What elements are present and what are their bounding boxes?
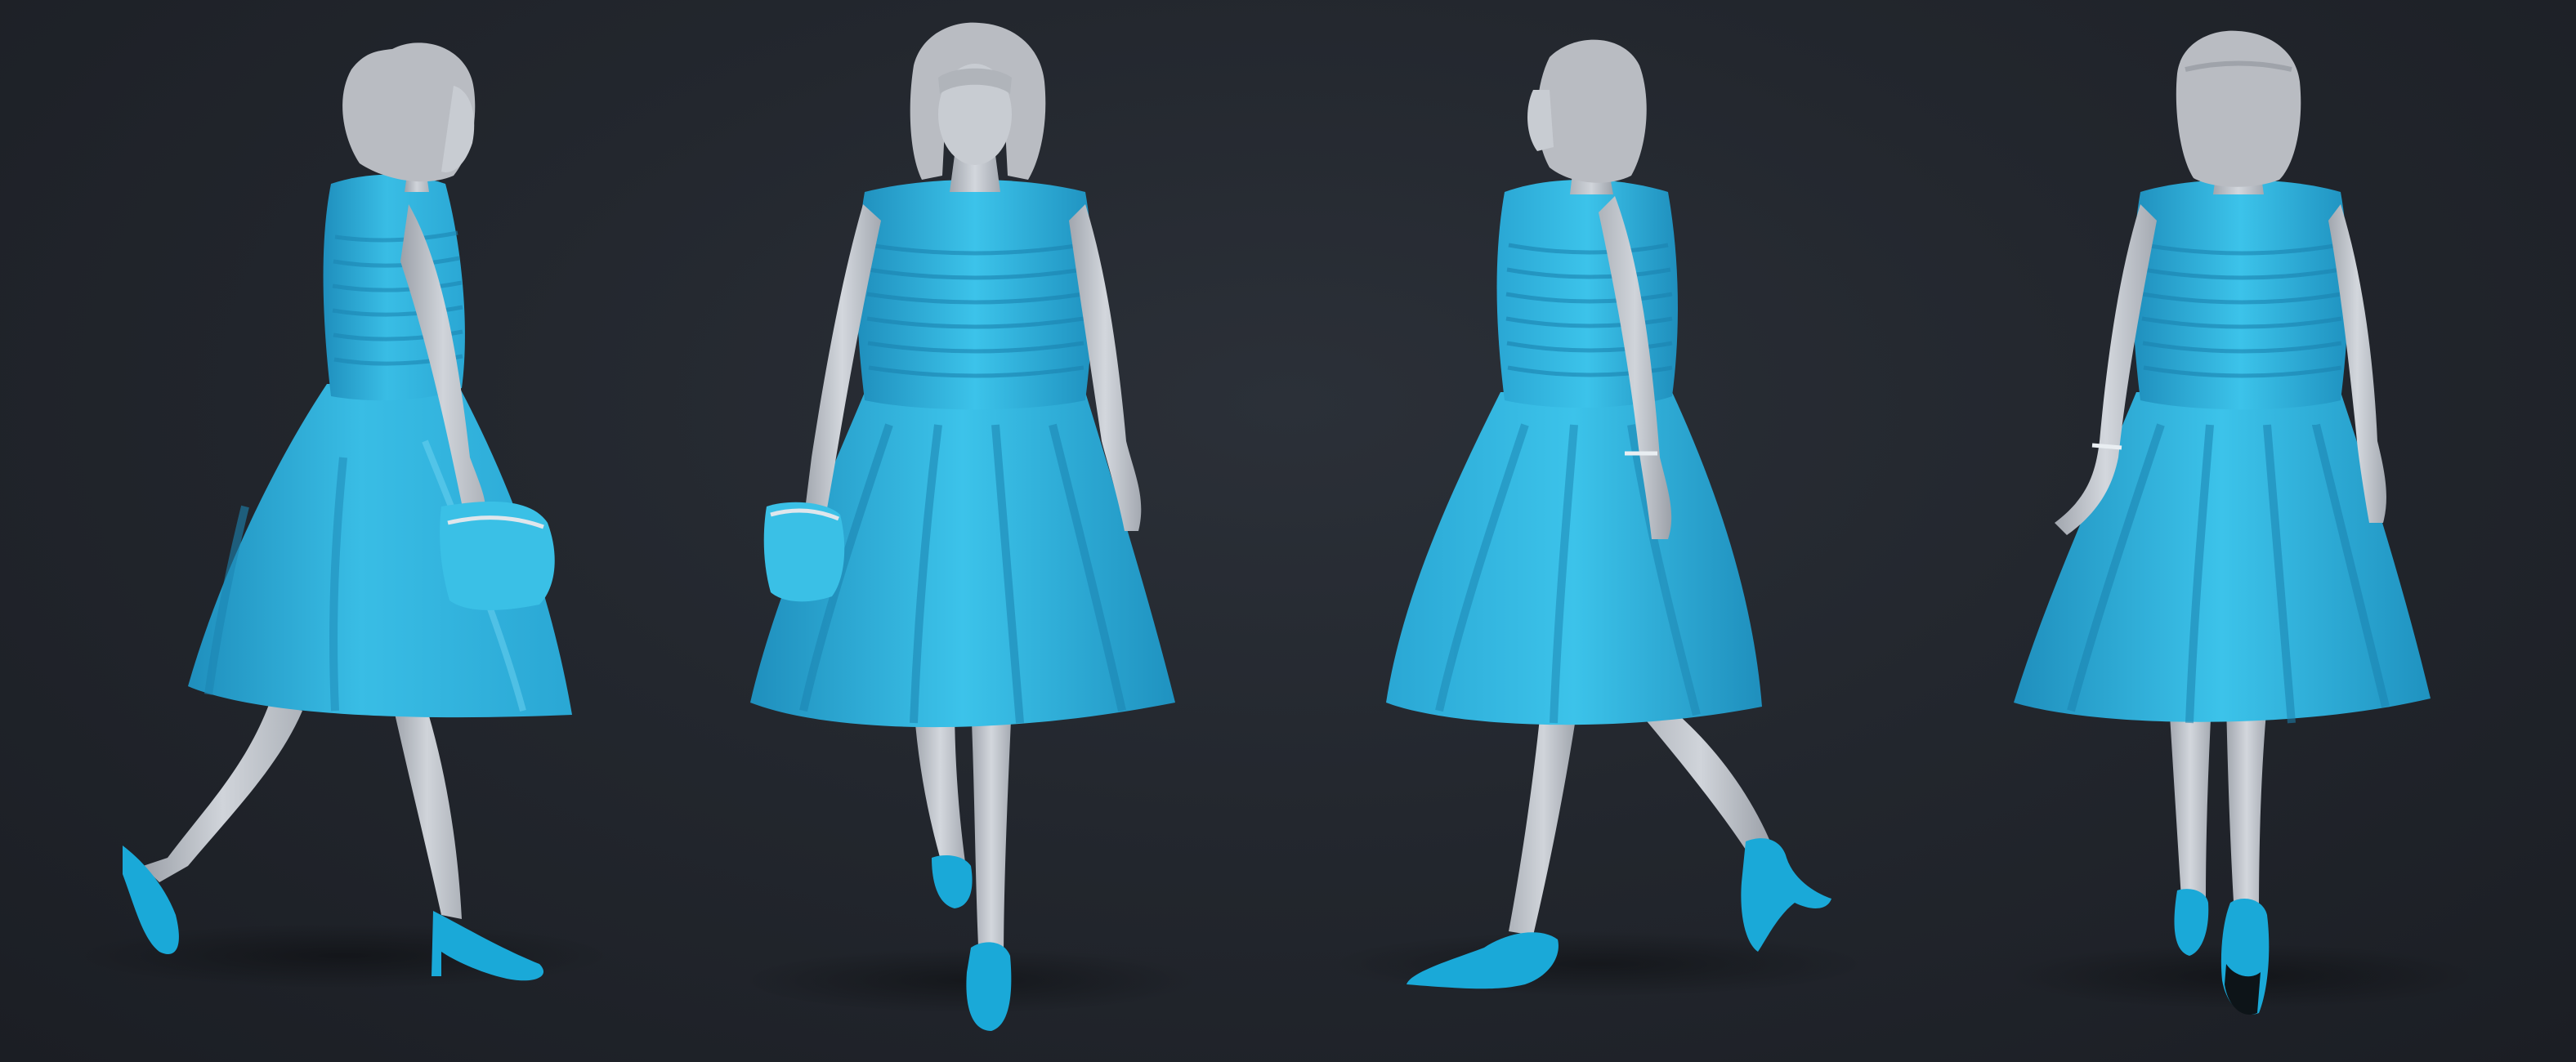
front-leg: [1509, 703, 1578, 935]
back-leg: [914, 703, 967, 874]
bracelet: [2091, 443, 2122, 450]
back-leg: [1631, 703, 1770, 850]
figure-right-three-quarter: [1288, 0, 1932, 1062]
front-leg: [392, 703, 462, 919]
leg-right: [2226, 703, 2267, 915]
shoe-back: [1741, 838, 1831, 952]
hair: [2176, 30, 2301, 187]
hair: [1537, 39, 1647, 183]
shoe-front: [966, 942, 1012, 1031]
figure-right-three-quarter-drawing: [1329, 39, 1868, 997]
face: [1527, 90, 1554, 151]
shoe-back: [932, 855, 973, 908]
figure-front: [644, 0, 1288, 1062]
front-leg: [971, 703, 1012, 964]
render-scene: [0, 0, 2576, 1062]
back-leg: [143, 703, 302, 882]
figure-back-drawing: [2006, 30, 2480, 1015]
figure-left-profile: [0, 0, 644, 1062]
figure-back: [1932, 0, 2576, 1062]
figure-front-drawing: [742, 22, 1200, 1031]
floor-shadow: [1329, 931, 1868, 997]
leg-left: [2169, 703, 2212, 899]
figure-left-profile-drawing: [74, 42, 613, 988]
